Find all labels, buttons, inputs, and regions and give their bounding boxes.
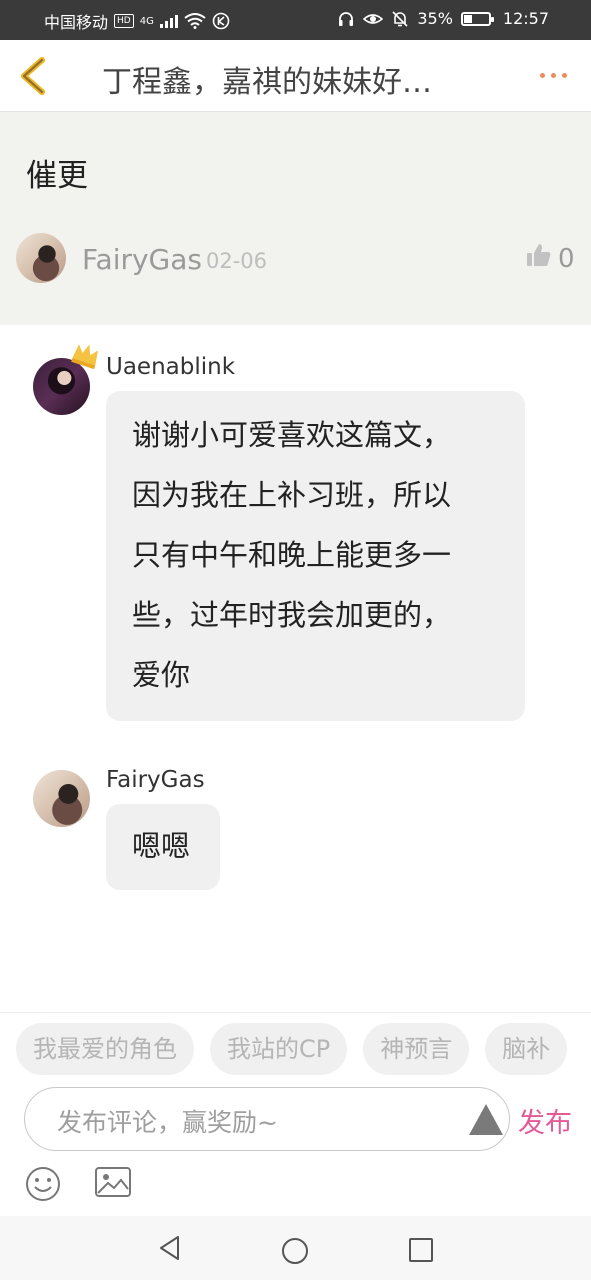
system-nav-bar xyxy=(0,1216,591,1280)
hd-badge: HD xyxy=(114,14,134,28)
status-bar-right: 35% 12:57 xyxy=(337,9,549,28)
battery-level-fill xyxy=(463,14,472,23)
comment-input[interactable]: 发布评论，赢奖励~ xyxy=(24,1087,510,1151)
more-dots-icon[interactable] xyxy=(540,73,567,78)
original-comment-text: 催更 xyxy=(26,158,88,194)
chevron-left-icon[interactable] xyxy=(16,56,50,96)
image-icon[interactable] xyxy=(94,1165,132,1199)
status-bar: 中国移动 HD 4G 35% 12:57 xyxy=(0,0,591,40)
triangle-icon[interactable] xyxy=(469,1104,503,1135)
tag-chip[interactable]: 我站的CP xyxy=(210,1023,348,1075)
nav-recent-icon[interactable] xyxy=(409,1238,433,1262)
comment-bar: 我最爱的角色 我站的CP 神预言 脑补 发布评论，赢奖励~ 发布 xyxy=(0,1012,591,1216)
publish-button[interactable]: 发布 xyxy=(518,1101,572,1140)
reply-bubble: 谢谢小可爱喜欢这篇文， 因为我在上补习班，所以 只有中午和晚上能更多一 些，过年… xyxy=(106,391,525,721)
top-bar: 丁程鑫，嘉祺的妹妹好… xyxy=(0,40,591,112)
quick-tags: 我最爱的角色 我站的CP 神预言 脑补 xyxy=(16,1023,568,1075)
avatar[interactable] xyxy=(33,770,90,827)
status-bar-left: 中国移动 HD 4G xyxy=(44,9,230,33)
like-count: 0 xyxy=(558,244,575,274)
carrier-name: 中国移动 xyxy=(44,13,109,32)
network-type: 4G xyxy=(139,15,154,27)
reply-author[interactable]: FairyGas xyxy=(106,767,205,793)
reply-line: 因为我在上补习班，所以 xyxy=(132,478,452,512)
original-comment-author[interactable]: FairyGas xyxy=(82,243,202,276)
reply-line: 爱你 xyxy=(132,658,191,692)
nav-back-icon[interactable] xyxy=(156,1234,184,1262)
eye-icon xyxy=(363,13,384,24)
page-title: 丁程鑫，嘉祺的妹妹好… xyxy=(102,65,432,100)
k-circle-icon xyxy=(212,12,230,30)
reply-author[interactable]: Uaenablink xyxy=(106,354,235,380)
reply-bubble: 嗯嗯 xyxy=(106,804,220,890)
tag-chip[interactable]: 我最爱的角色 xyxy=(16,1023,194,1075)
reply-line: 嗯嗯 xyxy=(132,829,191,863)
headset-icon xyxy=(339,11,354,26)
thumbs-up-icon[interactable] xyxy=(526,242,552,268)
battery-percent: 35% xyxy=(417,9,453,28)
original-comment-date: 02-06 xyxy=(206,249,268,273)
tag-chip[interactable]: 神预言 xyxy=(363,1023,470,1075)
tag-chip[interactable]: 脑补 xyxy=(485,1023,568,1075)
clock: 12:57 xyxy=(502,9,549,28)
wifi-icon xyxy=(184,13,206,29)
original-comment: 催更 FairyGas 02-06 0 xyxy=(0,112,591,325)
nav-home-icon[interactable] xyxy=(282,1238,308,1264)
emoji-icon[interactable] xyxy=(24,1165,62,1203)
battery-icon xyxy=(460,11,494,26)
avatar[interactable] xyxy=(16,233,66,283)
comment-input-placeholder: 发布评论，赢奖励~ xyxy=(57,1108,278,1137)
mute-bell-icon xyxy=(392,10,408,27)
reply-line: 谢谢小可爱喜欢这篇文， xyxy=(132,418,452,452)
reply-line: 些，过年时我会加更的， xyxy=(132,598,452,632)
signal-icon xyxy=(159,14,178,28)
reply-line: 只有中午和晚上能更多一 xyxy=(132,538,452,572)
crown-icon xyxy=(71,344,98,370)
